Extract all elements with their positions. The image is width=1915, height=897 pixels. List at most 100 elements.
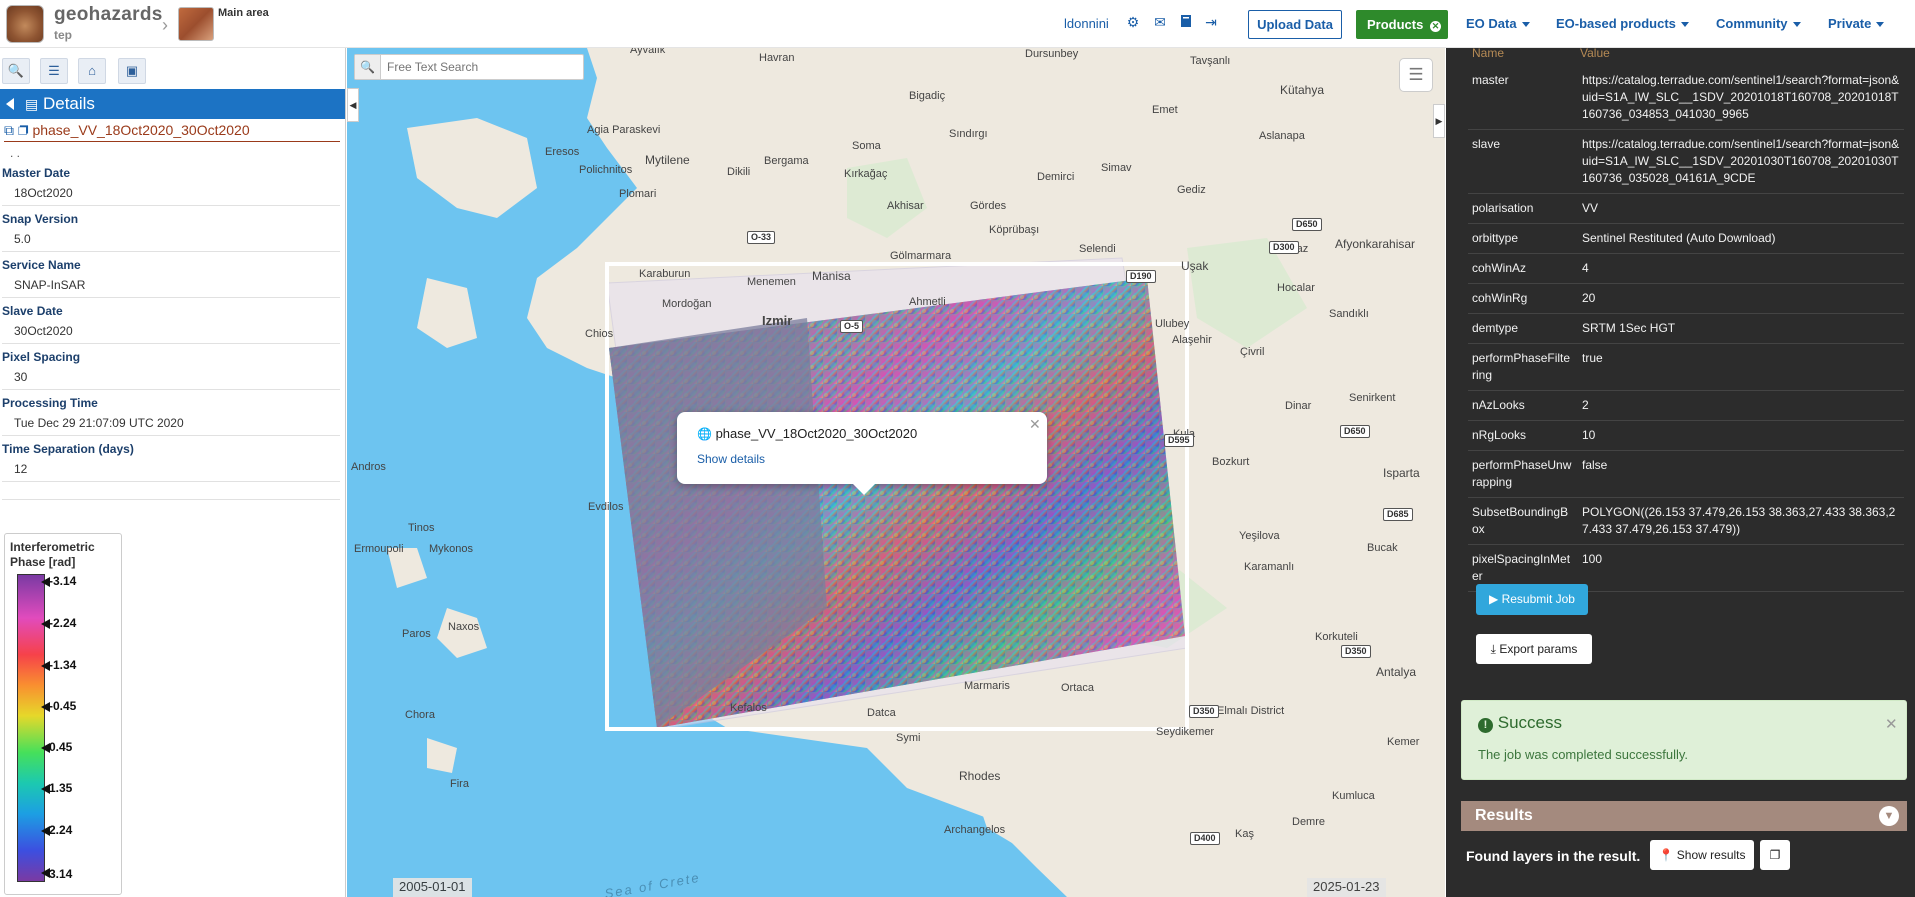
phase-legend: Interferometric Phase [rad] -3.14 -2.24 … xyxy=(4,533,122,895)
export-params-button[interactable]: ⤓ Export params xyxy=(1476,634,1592,664)
username-link[interactable]: ldonnini xyxy=(1064,16,1109,31)
property-row: Master Date 18Oct2020 xyxy=(2,166,340,206)
archive-icon[interactable]: ▣ xyxy=(118,58,146,84)
caret-down-icon xyxy=(1876,22,1885,28)
collapse-right-panel-button[interactable]: ▶ xyxy=(1433,104,1445,138)
book-icon[interactable] xyxy=(1178,14,1194,30)
table-row: performPhaseUnwrapping false xyxy=(1468,450,1904,498)
road-shield: D300 xyxy=(1269,241,1299,254)
param-value: VV xyxy=(1578,193,1904,224)
download-icon: ⤓ xyxy=(1490,642,1496,656)
param-key: slave xyxy=(1468,129,1578,194)
param-value: 4 xyxy=(1578,253,1904,284)
top-navbar: geohazards tep › Main area ldonnini ⚙ ✉ … xyxy=(0,0,1915,48)
map-place-label: Antalya xyxy=(1376,665,1417,679)
table-row: slave https://catalog.terradue.com/sentin… xyxy=(1468,129,1904,194)
map-place-label: Chios xyxy=(585,328,614,340)
params-table: master https://catalog.terradue.com/senti… xyxy=(1468,66,1904,592)
copy-icon[interactable]: ❐ xyxy=(1760,840,1790,870)
param-value: 2 xyxy=(1578,390,1904,421)
truncated-property: . . xyxy=(10,146,21,160)
back-arrow-icon[interactable] xyxy=(6,98,14,110)
map-place-label: Elmalı District xyxy=(1217,705,1285,717)
area-thumbnail[interactable] xyxy=(178,7,214,41)
resubmit-job-button[interactable]: ▶ Resubmit Job xyxy=(1476,584,1588,615)
geohazards-logo[interactable] xyxy=(6,5,44,43)
nav-community[interactable]: Community xyxy=(1716,16,1801,31)
param-key: SubsetBoundingBox xyxy=(1468,497,1578,545)
map-place-label: Soma xyxy=(852,140,881,152)
details-header[interactable]: ▤ Details xyxy=(0,89,345,119)
map-place-label: Tinos xyxy=(408,522,435,534)
map-view[interactable]: Ayvalık Havran Dursunbey Tavşanlı Kütahy… xyxy=(347,48,1445,897)
products-button[interactable]: Products ✕ xyxy=(1356,10,1448,39)
map-place-label: Evdilos xyxy=(588,501,624,513)
map-search-box: 🔍 xyxy=(354,54,584,80)
nav-eo-data[interactable]: EO Data xyxy=(1466,16,1530,31)
road-shield: D350 xyxy=(1189,705,1219,718)
nav-private[interactable]: Private xyxy=(1828,16,1885,31)
param-value: POLYGON((26.153 37.479,26.153 38.363,27.… xyxy=(1578,497,1904,545)
property-row: Snap Version 5.0 xyxy=(2,212,340,252)
nav-eo-based-products[interactable]: EO-based products xyxy=(1556,16,1689,31)
gear-icon[interactable]: ⚙ xyxy=(1125,14,1141,30)
sign-out-icon[interactable]: ⇥ xyxy=(1203,14,1219,30)
map-place-label: Akhisar xyxy=(887,200,924,212)
road-shield: D595 xyxy=(1164,434,1194,447)
map-place-label: Rhodes xyxy=(959,769,1001,783)
param-key: performPhaseUnwrapping xyxy=(1468,450,1578,498)
envelope-icon[interactable]: ✉ xyxy=(1152,14,1168,30)
map-place-label: Bigadiç xyxy=(909,90,946,102)
map-place-label: Polichnitos xyxy=(579,164,633,176)
found-layers-label: Found layers in the result. xyxy=(1466,848,1641,864)
layers-icon[interactable]: ☰ xyxy=(1399,58,1433,92)
param-key: polarisation xyxy=(1468,193,1578,224)
param-value: SRTM 1Sec HGT xyxy=(1578,313,1904,344)
area-label[interactable]: Main area xyxy=(218,7,269,19)
param-value: false xyxy=(1578,450,1904,498)
map-place-label: Agia Paraskevi xyxy=(587,124,661,136)
play-circle-icon: ▶ xyxy=(1489,592,1499,606)
table-row: SubsetBoundingBox POLYGON((26.153 37.479,… xyxy=(1468,497,1904,545)
external-link-icon[interactable]: ⧉ xyxy=(4,122,14,138)
table-row: polarisation VV xyxy=(1468,193,1904,224)
map-place-label: Andros xyxy=(351,461,386,473)
show-results-button[interactable]: 📍 Show results xyxy=(1650,840,1754,870)
map-place-label: Hocalar xyxy=(1277,282,1315,294)
map-place-label: Yeşilova xyxy=(1239,530,1280,542)
free-text-search-input[interactable] xyxy=(387,55,577,79)
product-title[interactable]: ⧉ ❐ phase_VV_18Oct2020_30Oct2020 xyxy=(4,122,340,142)
param-value: 20 xyxy=(1578,283,1904,314)
results-header[interactable]: Results ▼ xyxy=(1461,801,1907,831)
map-place-label: Naxos xyxy=(448,621,480,633)
map-place-label: Demre xyxy=(1292,816,1326,828)
show-details-link[interactable]: Show details xyxy=(697,452,765,466)
map-place-label: Paros xyxy=(402,628,431,640)
close-circle-icon[interactable]: ✕ xyxy=(1429,21,1441,32)
param-key: nAzLooks xyxy=(1468,390,1578,421)
property-row: Processing Time Tue Dec 29 21:07:09 UTC … xyxy=(2,396,340,436)
collapse-left-panel-button[interactable]: ◀ xyxy=(347,88,359,122)
close-icon[interactable]: ✕ xyxy=(1885,715,1898,733)
map-place-label: Datca xyxy=(867,707,896,719)
popup-title: 🌐 phase_VV_18Oct2020_30Oct2020 xyxy=(697,426,918,441)
property-row: Pixel Spacing 30 xyxy=(2,350,340,390)
chevron-down-icon[interactable]: ▼ xyxy=(1879,806,1899,826)
copy-icon[interactable]: ❐ xyxy=(18,122,29,138)
map-place-label: Dinar xyxy=(1285,400,1312,412)
close-icon[interactable]: ✕ xyxy=(1029,416,1041,433)
search-icon[interactable]: 🔍 xyxy=(355,55,381,79)
feature-popup: 🌐 phase_VV_18Oct2020_30Oct2020 Show deta… xyxy=(677,412,1047,495)
param-key: nRgLooks xyxy=(1468,420,1578,451)
map-place-label: Korkuteli xyxy=(1315,631,1358,643)
globe-icon: 🌐 xyxy=(697,427,712,441)
param-key: performPhaseFiltering xyxy=(1468,343,1578,391)
list-icon[interactable]: ☰ xyxy=(40,58,68,84)
basket-icon[interactable]: ⌂ xyxy=(78,58,106,84)
upload-data-button[interactable]: Upload Data xyxy=(1248,10,1342,39)
param-value: 100 xyxy=(1578,544,1904,592)
map-place-label: Mykonos xyxy=(429,543,474,555)
search-icon[interactable]: 🔍 xyxy=(2,58,30,84)
map-place-label: Marmaris xyxy=(964,680,1010,692)
param-value: https://catalog.terradue.com/sentinel1/s… xyxy=(1578,66,1904,130)
